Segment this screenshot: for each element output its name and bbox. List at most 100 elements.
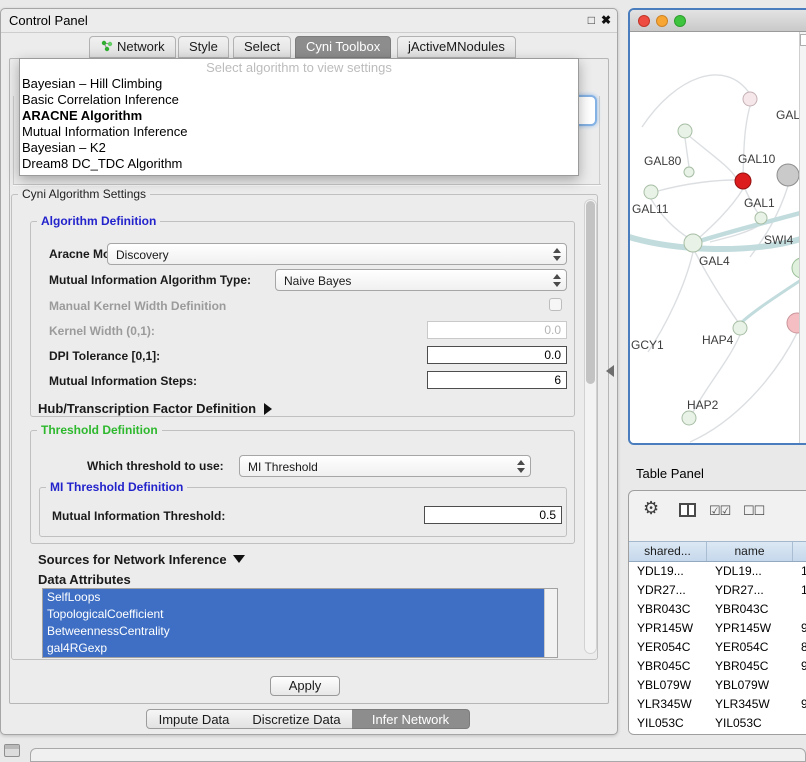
network-window-titlebar[interactable] bbox=[630, 10, 806, 32]
minimized-window-titlebar bbox=[5, 745, 19, 749]
node-label: GAL1 bbox=[744, 196, 775, 210]
bottom-tab-infer-network[interactable]: Infer Network bbox=[352, 709, 470, 729]
network-scrollbar[interactable] bbox=[799, 32, 806, 443]
tab-cyni-toolbox[interactable]: Cyni Toolbox bbox=[295, 36, 391, 58]
dropdown-item[interactable]: Bayesian – K2 bbox=[20, 140, 578, 156]
network-node[interactable] bbox=[644, 185, 658, 199]
zoom-traffic-light[interactable] bbox=[674, 15, 686, 27]
table-cell: 12 bbox=[793, 581, 806, 600]
network-graph-icon bbox=[100, 38, 113, 58]
close-traffic-light[interactable] bbox=[638, 15, 650, 27]
control-panel-titlebar[interactable]: Control Panel □ ✖ bbox=[1, 9, 617, 33]
table-panel-window: ⚙ ☑☑ ☐☐ shared... name YDL19... YDL19...… bbox=[628, 490, 806, 735]
list-item-selected[interactable]: BetweennessCentrality bbox=[43, 623, 544, 640]
list-scrollbar[interactable] bbox=[544, 589, 557, 657]
network-node[interactable] bbox=[684, 167, 694, 177]
dropdown-item[interactable]: Dream8 DC_TDC Algorithm bbox=[20, 156, 578, 172]
table-cell: YLR345W bbox=[629, 695, 707, 714]
network-node-gray[interactable] bbox=[777, 164, 799, 186]
network-node[interactable] bbox=[678, 124, 692, 138]
settings-scrollbar[interactable] bbox=[584, 199, 597, 654]
table-row[interactable]: YIL053C YIL053C bbox=[629, 714, 806, 733]
network-node-red[interactable] bbox=[735, 173, 751, 189]
table-row[interactable]: YDL19... YDL19... 13 bbox=[629, 562, 806, 581]
minimize-traffic-light[interactable] bbox=[656, 15, 668, 27]
hub-transcription-factor-section[interactable]: Hub/Transcription Factor Definition bbox=[38, 401, 272, 416]
bottom-tab-impute-data[interactable]: Impute Data bbox=[146, 709, 242, 729]
list-item-selected[interactable]: SelfLoops bbox=[43, 589, 544, 606]
dropdown-item[interactable]: Basic Correlation Inference bbox=[20, 92, 578, 108]
combo-arrows-icon bbox=[517, 460, 525, 473]
which-threshold-select[interactable]: MI Threshold bbox=[239, 455, 531, 477]
network-node[interactable] bbox=[755, 212, 767, 224]
data-attributes-label: Data Attributes bbox=[38, 572, 131, 587]
threshold-definition-group: Threshold Definition Which threshold to … bbox=[30, 430, 575, 544]
table-cell: YDL19... bbox=[629, 562, 707, 581]
dropdown-item-highlighted[interactable]: ARACNE Algorithm bbox=[20, 108, 578, 124]
table-cell: YBL079W bbox=[707, 676, 793, 695]
expand-right-icon bbox=[264, 403, 272, 415]
network-node[interactable] bbox=[733, 321, 747, 335]
tab-jactivemnodules[interactable]: jActiveMNodules bbox=[397, 36, 516, 58]
mi-algorithm-type-select[interactable]: Naive Bayes bbox=[275, 269, 567, 291]
list-item-selected[interactable]: TopologicalCoefficient bbox=[43, 606, 544, 623]
dropdown-item[interactable]: Mutual Information Inference bbox=[20, 124, 578, 140]
close-window-icon[interactable]: ✖ bbox=[601, 13, 611, 27]
dpi-tolerance-field[interactable] bbox=[427, 346, 567, 364]
node-label: HAP4 bbox=[702, 333, 733, 347]
table-row[interactable]: YDR27... YDR27... 12 bbox=[629, 581, 806, 600]
scrollbar-button[interactable] bbox=[800, 34, 806, 46]
column-header[interactable]: shared... bbox=[629, 542, 707, 561]
tab-style[interactable]: Style bbox=[178, 36, 229, 58]
columns-icon[interactable] bbox=[679, 503, 696, 517]
sources-for-network-inference-section[interactable]: Sources for Network Inference bbox=[38, 552, 245, 567]
dropdown-item[interactable]: Bayesian – Hill Climbing bbox=[20, 76, 578, 92]
aracne-mode-select[interactable]: Discovery bbox=[107, 243, 567, 265]
table-row[interactable]: YER054C YER054C 8. bbox=[629, 638, 806, 657]
table-row[interactable]: YBL079W YBL079W bbox=[629, 676, 806, 695]
table-row[interactable]: YBR045C YBR045C 9. bbox=[629, 657, 806, 676]
table-cell: 9. bbox=[793, 657, 806, 676]
network-node[interactable] bbox=[682, 411, 696, 425]
column-header[interactable]: name bbox=[707, 542, 793, 561]
deselect-all-icon[interactable]: ☐☐ bbox=[743, 503, 764, 519]
apply-button[interactable]: Apply bbox=[270, 676, 340, 696]
mi-steps-label: Mutual Information Steps: bbox=[49, 374, 197, 388]
table-row[interactable]: YPR145W YPR145W 9. bbox=[629, 619, 806, 638]
network-canvas[interactable]: GAL GAL80 GAL10 GAL11 GAL1 SWI4 GAL4 GCY… bbox=[630, 32, 806, 443]
minimized-window-icon[interactable] bbox=[4, 744, 20, 757]
background-window-edge[interactable] bbox=[30, 748, 806, 762]
node-label: GAL4 bbox=[699, 254, 730, 268]
splitter-collapse-arrow[interactable] bbox=[606, 365, 614, 377]
table-cell: YBR043C bbox=[707, 600, 793, 619]
data-attributes-list: SelfLoops TopologicalCoefficient Between… bbox=[42, 588, 558, 658]
node-label: GAL80 bbox=[644, 154, 681, 168]
dpi-tolerance-label: DPI Tolerance [0,1]: bbox=[49, 349, 160, 363]
gear-icon[interactable]: ⚙ bbox=[643, 498, 659, 519]
table-cell: 9. bbox=[793, 619, 806, 638]
table-row[interactable]: YLR345W YLR345W 9. bbox=[629, 695, 806, 714]
desktop: Control Panel □ ✖ Network Style Select C… bbox=[0, 0, 806, 762]
list-item-selected[interactable]: gal4RGexp bbox=[43, 640, 544, 657]
columns-icon-divider bbox=[687, 505, 689, 515]
tab-network[interactable]: Network bbox=[89, 36, 176, 58]
network-node[interactable] bbox=[743, 92, 757, 106]
mi-steps-field[interactable] bbox=[427, 371, 567, 389]
combo-arrows-icon bbox=[553, 248, 561, 261]
mi-threshold-field[interactable] bbox=[424, 506, 562, 524]
select-all-icon[interactable]: ☑☑ bbox=[709, 503, 730, 519]
bottom-tab-discretize-data[interactable]: Discretize Data bbox=[241, 709, 353, 729]
table-body: YDL19... YDL19... 13 YDR27... YDR27... 1… bbox=[629, 562, 806, 734]
float-window-icon[interactable]: □ bbox=[588, 13, 595, 27]
mi-threshold-label: Mutual Information Threshold: bbox=[52, 509, 225, 523]
table-cell: YDR27... bbox=[707, 581, 793, 600]
which-threshold-label: Which threshold to use: bbox=[87, 459, 224, 473]
network-node[interactable] bbox=[684, 234, 702, 252]
tab-select[interactable]: Select bbox=[233, 36, 291, 58]
column-header[interactable] bbox=[793, 542, 806, 561]
node-label: GAL11 bbox=[632, 202, 668, 216]
table-cell: YBL079W bbox=[629, 676, 707, 695]
selected-value: Naive Bayes bbox=[284, 274, 351, 288]
scrollbar-thumb[interactable] bbox=[586, 201, 595, 384]
table-row[interactable]: YBR043C YBR043C bbox=[629, 600, 806, 619]
